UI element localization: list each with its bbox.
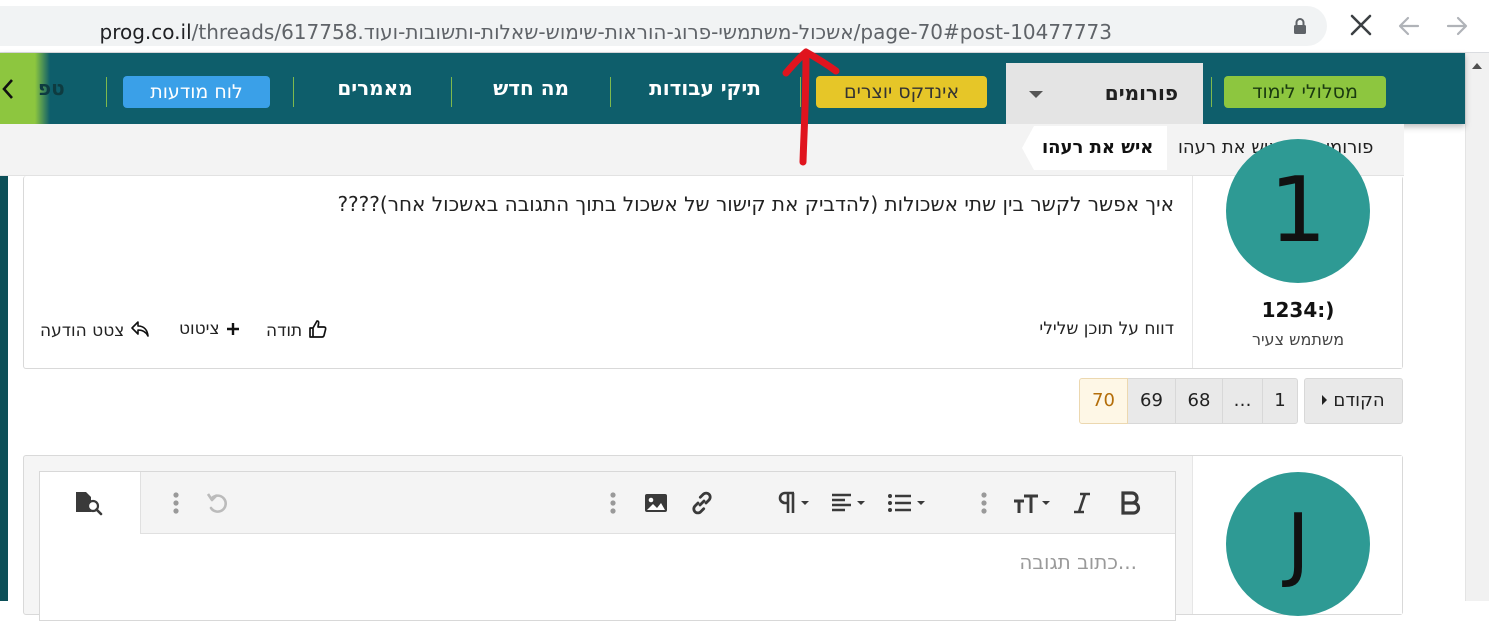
pagination-ellipsis[interactable]: …: [1222, 378, 1263, 424]
pagination-current-page[interactable]: 70: [1079, 378, 1128, 424]
thumbs-up-icon: [308, 320, 327, 338]
nav-item-whats-new[interactable]: מה חדש: [452, 53, 610, 124]
reply-quote-button[interactable]: צטט הודעה: [40, 319, 150, 341]
url-text: prog.co.il/threads/617758.אשכול-משתמשי-פ…: [100, 20, 1113, 44]
nav-item-learning-paths[interactable]: מסלולי לימוד: [1224, 76, 1386, 108]
nav-item-notice-board[interactable]: לוח מודעות: [123, 76, 270, 108]
pagination-prev-label: הקודם: [1333, 390, 1385, 411]
url-path: /threads/617758.אשכול-משתמשי-פרוג-הוראות…: [191, 20, 1112, 44]
italic-icon[interactable]: [1070, 489, 1094, 517]
nav-divider: [1211, 77, 1212, 107]
report-link[interactable]: דווח על תוכן שלילי: [1039, 319, 1174, 339]
pagination-page[interactable]: 68: [1175, 378, 1223, 424]
caret-down-icon[interactable]: [1029, 91, 1043, 98]
more-vertical-icon[interactable]: [607, 489, 619, 517]
quote-label: ציטוט: [179, 319, 220, 339]
post-user-column: 1 1234:) משתמש צעיר: [1192, 139, 1403, 368]
avatar[interactable]: J: [1226, 472, 1370, 616]
nav-divider: [106, 77, 107, 107]
nav-item-articles[interactable]: מאמרים: [300, 53, 450, 124]
annotation-arrow-icon: [782, 48, 840, 166]
page-scrollbar[interactable]: [1465, 53, 1489, 601]
image-icon[interactable]: [642, 489, 670, 517]
bold-icon[interactable]: [1118, 489, 1144, 517]
preview-tab[interactable]: [40, 472, 141, 534]
page-left-edge: [0, 124, 8, 601]
reply-box: J כתוב תגובה...: [23, 455, 1403, 621]
more-vertical-icon[interactable]: [170, 489, 182, 517]
chevron-left-icon[interactable]: [0, 77, 16, 101]
back-arrow-icon[interactable]: [1396, 13, 1422, 39]
link-icon[interactable]: [688, 489, 716, 517]
reply-icon: [130, 321, 149, 337]
more-vertical-icon[interactable]: [978, 489, 990, 517]
username[interactable]: 1234:): [1193, 298, 1403, 322]
reply-editor[interactable]: כתוב תגובה...: [39, 471, 1176, 621]
user-title: משתמש צעיר: [1251, 330, 1345, 349]
breadcrumb: פורומים איש את רעהו איש את רעהו: [0, 124, 1404, 176]
reply-quote-label: צטט הודעה: [40, 321, 125, 341]
scroll-up-arrow-icon[interactable]: [1472, 63, 1482, 69]
pagination-page[interactable]: 69: [1127, 378, 1176, 424]
reply-user-column: J: [1192, 456, 1402, 616]
avatar[interactable]: 1: [1226, 139, 1370, 283]
text-size-icon[interactable]: [1010, 489, 1056, 517]
like-button[interactable]: תודה: [266, 319, 328, 341]
nav-divider: [293, 77, 294, 107]
caret-left-icon: [1322, 395, 1328, 405]
url-host: prog.co.il: [99, 20, 192, 44]
nav-item-forums-label: פורומים: [1104, 81, 1178, 105]
list-icon[interactable]: [885, 489, 931, 517]
post-body: איך אפשר לקשר בין שתי אשכולות (להדביק את…: [337, 192, 1174, 216]
close-icon[interactable]: [1348, 12, 1374, 38]
post: 1 1234:) משתמש צעיר איך אפשר לקשר בין שת…: [23, 139, 1403, 369]
paragraph-format-icon[interactable]: [774, 489, 814, 517]
url-field[interactable]: prog.co.il/threads/617758.אשכול-משתמשי-פ…: [0, 6, 1327, 46]
reply-placeholder: כתוב תגובה...: [1019, 550, 1137, 574]
plus-icon: [226, 323, 239, 335]
browser-address-bar: prog.co.il/threads/617758.אשכול-משתמשי-פ…: [0, 0, 1489, 53]
nav-item-forums[interactable]: פורומים: [1006, 63, 1203, 124]
align-icon[interactable]: [829, 489, 871, 517]
forward-arrow-icon[interactable]: [1444, 13, 1470, 39]
quote-button[interactable]: ציטוט: [179, 319, 241, 339]
nav-item-cut[interactable]: טפ: [0, 53, 65, 124]
nav-item-cut-label: טפ: [38, 76, 65, 100]
editor-toolbar: [40, 472, 1175, 534]
like-label: תודה: [266, 321, 303, 341]
preview-icon[interactable]: [73, 489, 105, 517]
undo-icon[interactable]: [204, 489, 232, 517]
pagination-page[interactable]: 1: [1262, 378, 1298, 424]
breadcrumb-current[interactable]: איש את רעהו: [1042, 124, 1153, 172]
lock-icon[interactable]: [1292, 17, 1308, 35]
pagination-prev-button[interactable]: הקודם: [1304, 378, 1403, 424]
